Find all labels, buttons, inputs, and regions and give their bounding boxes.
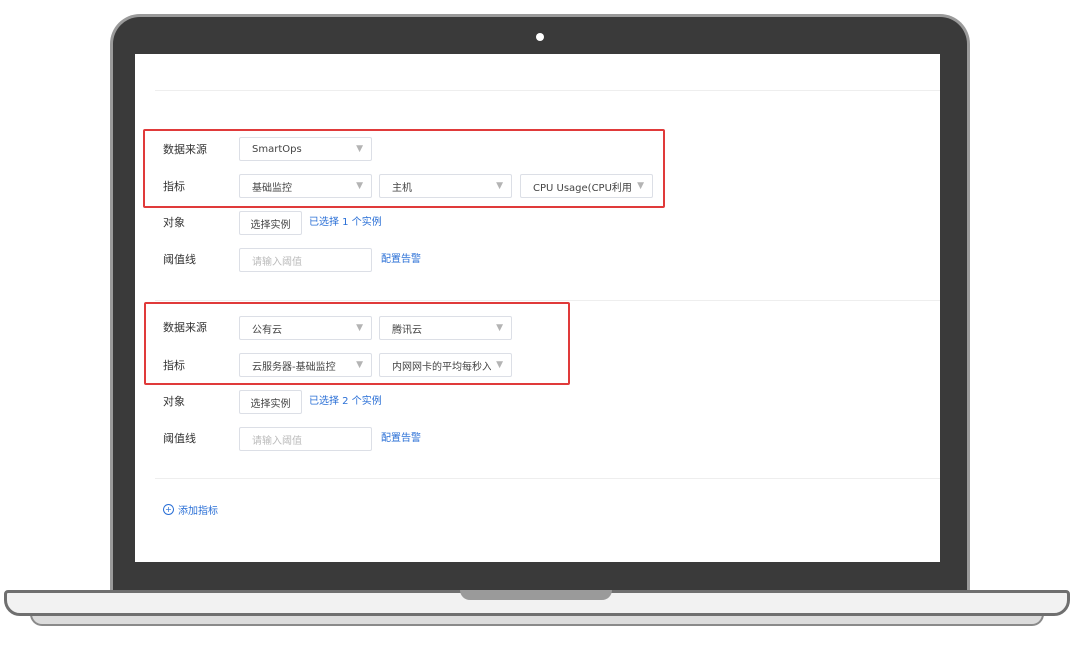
add-metric-label: 添加指标: [178, 506, 218, 517]
object-label: 对象: [163, 216, 185, 229]
select-instance-button[interactable]: 选择实例: [239, 211, 302, 235]
divider: [155, 90, 940, 91]
screen: 数据来源 SmartOps ▼ 指标 基础监控 ▼ 主机 ▼ CPU Usage…: [135, 54, 940, 562]
camera-dot: [536, 33, 544, 41]
laptop-notch: [460, 590, 612, 600]
configure-alert-link[interactable]: 配置告警: [381, 432, 421, 446]
threshold-input[interactable]: 请输入阈值: [239, 427, 372, 451]
object-label: 对象: [163, 395, 185, 408]
threshold-input[interactable]: 请输入阈值: [239, 248, 372, 272]
selected-instances-link[interactable]: 已选择 2 个实例: [309, 395, 382, 409]
configure-alert-link[interactable]: 配置告警: [381, 253, 421, 267]
select-instance-button[interactable]: 选择实例: [239, 390, 302, 414]
threshold-label: 阈值线: [163, 432, 196, 445]
divider: [155, 478, 940, 479]
add-metric-button[interactable]: + 添加指标: [163, 502, 218, 517]
selected-instances-link[interactable]: 已选择 1 个实例: [309, 216, 382, 230]
threshold-label: 阈值线: [163, 253, 196, 266]
divider: [155, 300, 940, 301]
highlight-box: [144, 302, 570, 385]
highlight-box: [143, 129, 665, 208]
plus-circle-icon: +: [163, 504, 174, 515]
